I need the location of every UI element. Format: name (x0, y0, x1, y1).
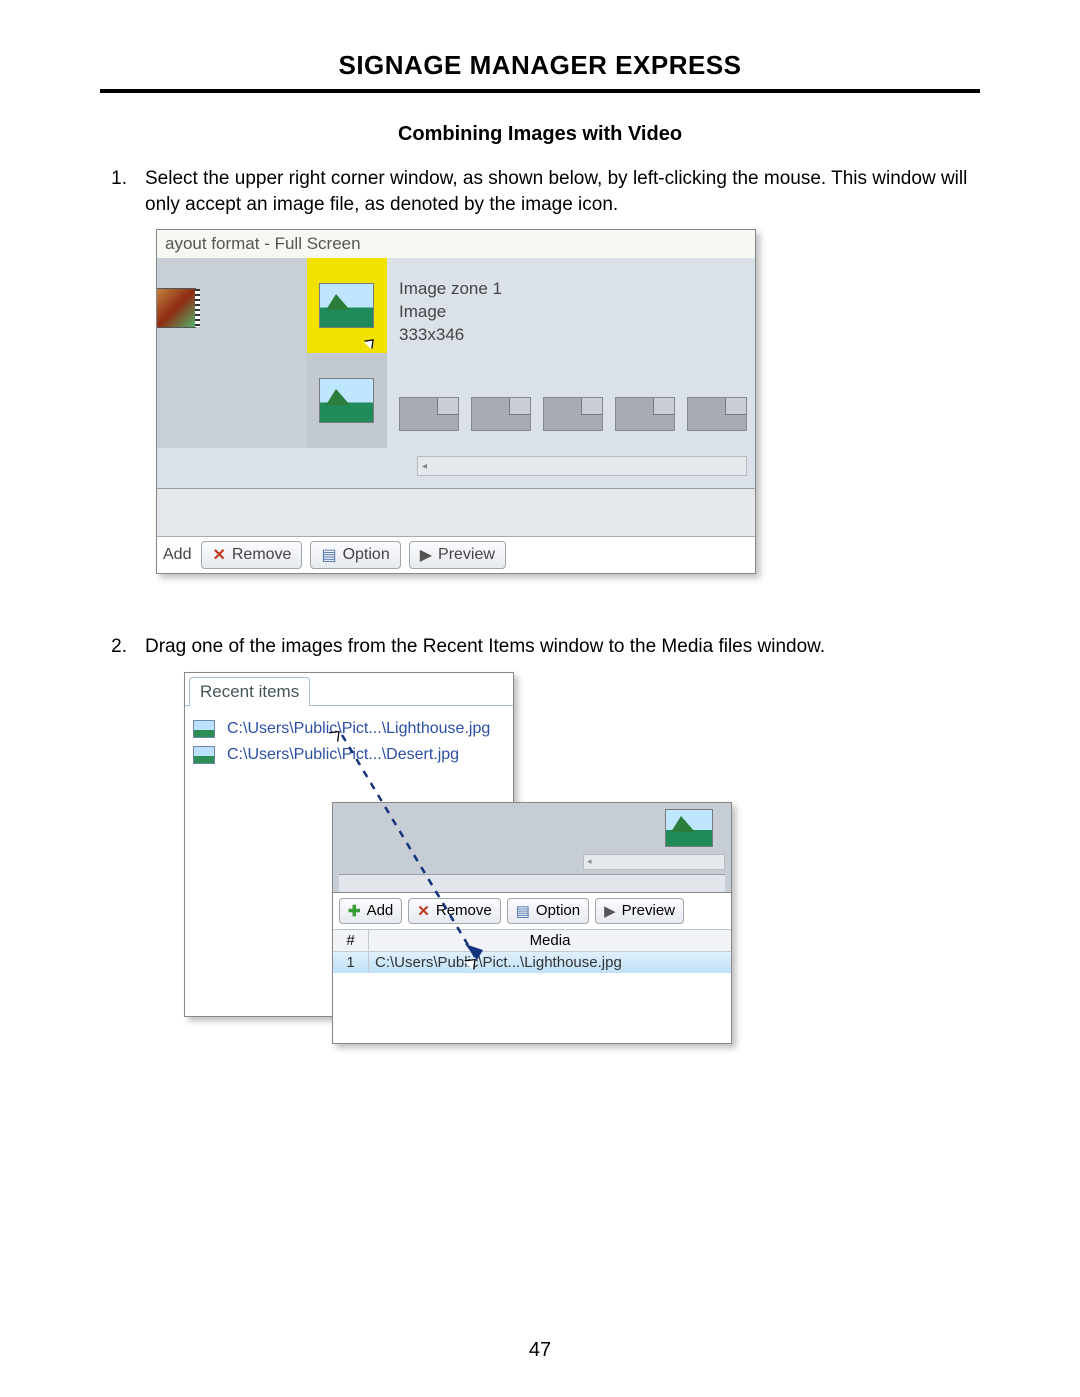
step-number: 1. (100, 166, 145, 217)
layout-option[interactable] (471, 397, 531, 431)
play-icon: ▶ (604, 902, 616, 920)
column-header-media: Media (369, 930, 731, 951)
button-label: Option (343, 546, 390, 564)
option-button[interactable]: ▤ Option (310, 541, 400, 569)
step-text: Select the upper right corner window, as… (145, 166, 980, 217)
video-thumbnail-icon[interactable] (156, 288, 196, 328)
screenshot-1: ayout format - Full Screen Image zone 1 … (156, 229, 756, 574)
empty-table-area (333, 973, 731, 1043)
plus-icon: ✚ (348, 902, 361, 920)
button-label: Remove (436, 902, 492, 919)
button-label: Preview (438, 546, 495, 564)
divider-bar (339, 874, 725, 892)
image-zone-selected[interactable] (307, 258, 387, 353)
zone-name: Image zone 1 (399, 278, 747, 301)
recent-item-path: C:\Users\Public\Pict...\Desert.jpg (227, 746, 459, 764)
toolbar: ✚ Add ✕ Remove ▤ Option ▶ Preview (333, 893, 731, 930)
cursor-icon (364, 335, 378, 349)
layout-option[interactable] (687, 397, 747, 431)
add-label-fragment[interactable]: Add (163, 546, 193, 564)
layout-option[interactable] (399, 397, 459, 431)
step-number: 2. (100, 634, 145, 660)
image-zone-2[interactable] (307, 353, 387, 448)
recent-item-path: C:\Users\Public\Pict...\Lighthouse.jpg (227, 720, 490, 738)
preview-button[interactable]: ▶ Preview (595, 898, 684, 924)
page-number: 47 (0, 1339, 1080, 1362)
remove-icon: ✕ (212, 545, 225, 565)
layout-template-strip (399, 397, 747, 431)
horizontal-scrollbar[interactable] (417, 456, 747, 476)
list-icon: ▤ (321, 545, 336, 565)
divider-bar (157, 488, 755, 536)
button-label: Add (367, 902, 394, 919)
column-header-number: # (333, 930, 369, 951)
list-icon: ▤ (516, 902, 530, 920)
zone-type: Image (399, 301, 747, 324)
step-2: 2. Drag one of the images from the Recen… (100, 634, 980, 660)
section-title: Combining Images with Video (100, 123, 980, 146)
add-button[interactable]: ✚ Add (339, 898, 402, 924)
page-header: SIGNAGE MANAGER EXPRESS (100, 50, 980, 93)
remove-button[interactable]: ✕ Remove (201, 541, 302, 569)
media-table-row-selected[interactable]: 1 C:\Users\Public\Pict...\Lighthouse.jpg (333, 952, 731, 973)
screenshot-2: Recent items C:\Users\Public\Pict...\Lig… (184, 672, 724, 1017)
remove-button[interactable]: ✕ Remove (408, 898, 500, 924)
image-icon (319, 378, 374, 423)
image-icon (665, 809, 713, 847)
button-label: Preview (622, 902, 675, 919)
media-files-panel: ✚ Add ✕ Remove ▤ Option ▶ Preview # Medi… (332, 802, 732, 1044)
toolbar: Add ✕ Remove ▤ Option ▶ Preview (157, 536, 755, 573)
option-button[interactable]: ▤ Option (507, 898, 589, 924)
recent-items-list: C:\Users\Public\Pict...\Lighthouse.jpg C… (185, 706, 513, 778)
play-icon: ▶ (420, 545, 432, 565)
preview-button[interactable]: ▶ Preview (409, 541, 506, 569)
media-strip (157, 258, 307, 448)
zone-info-panel: Image zone 1 Image 333x346 (387, 258, 755, 448)
recent-item[interactable]: C:\Users\Public\Pict...\Lighthouse.jpg (191, 716, 507, 742)
cursor-icon (468, 955, 477, 969)
button-label: Remove (232, 546, 292, 564)
window-title-fragment: ayout format - Full Screen (157, 230, 755, 258)
image-icon (193, 746, 215, 764)
layout-preview-area (333, 803, 731, 893)
cursor-icon (332, 727, 341, 741)
row-media-path: C:\Users\Public\Pict...\Lighthouse.jpg (369, 952, 731, 973)
button-label: Option (536, 902, 580, 919)
step-1: 1. Select the upper right corner window,… (100, 166, 980, 217)
layout-option[interactable] (615, 397, 675, 431)
row-number: 1 (333, 952, 369, 973)
layout-option[interactable] (543, 397, 603, 431)
image-icon (319, 283, 374, 328)
recent-items-tab[interactable]: Recent items (189, 677, 310, 706)
horizontal-scrollbar[interactable] (583, 854, 725, 870)
recent-item[interactable]: C:\Users\Public\Pict...\Desert.jpg (191, 742, 507, 768)
image-icon (193, 720, 215, 738)
media-table-header: # Media (333, 930, 731, 952)
step-text: Drag one of the images from the Recent I… (145, 634, 980, 660)
zone-column (307, 258, 387, 448)
remove-icon: ✕ (417, 902, 430, 920)
zone-dimensions: 333x346 (399, 324, 747, 347)
